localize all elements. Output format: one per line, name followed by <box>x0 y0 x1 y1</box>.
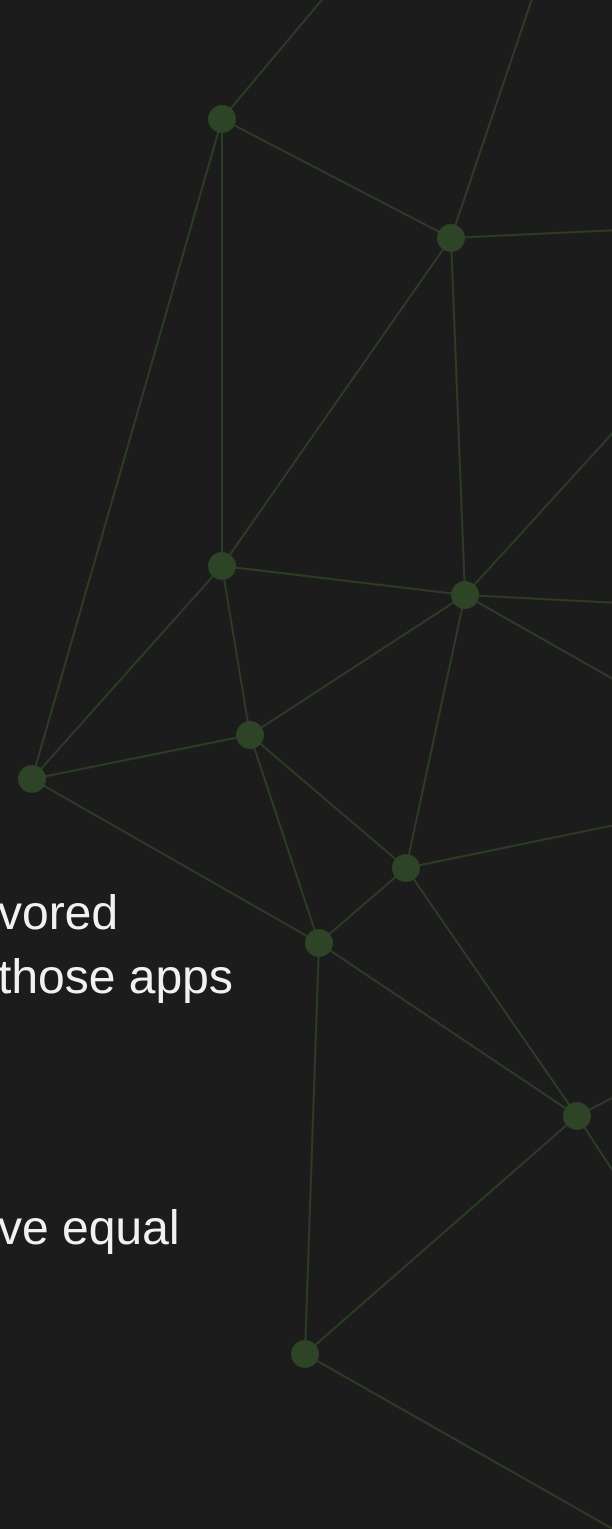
network-edge <box>304 1115 578 1355</box>
text-line: ve equal <box>0 1202 180 1255</box>
network-edge <box>464 432 612 596</box>
network-node <box>291 1340 319 1368</box>
network-node <box>392 854 420 882</box>
network-edge <box>318 867 407 944</box>
network-edge <box>304 942 320 1355</box>
network-edge <box>405 867 578 1117</box>
network-edge <box>464 594 612 604</box>
network-edge <box>318 942 578 1117</box>
network-edge <box>31 118 223 780</box>
network-node <box>18 765 46 793</box>
network-edge <box>450 229 612 239</box>
text-fragment-paragraph-1: vored those apps <box>0 882 233 1010</box>
network-edges <box>31 0 612 1529</box>
network-edge <box>405 824 612 869</box>
network-node <box>208 552 236 580</box>
network-edge <box>450 237 466 596</box>
network-edge <box>221 565 251 736</box>
network-edge <box>249 594 466 736</box>
network-node <box>305 929 333 957</box>
network-node <box>437 224 465 252</box>
network-edge <box>221 565 466 596</box>
network-edge <box>405 594 466 869</box>
network-node <box>451 581 479 609</box>
network-edge <box>304 1353 612 1529</box>
network-edge <box>464 594 612 680</box>
text-line: those apps <box>0 951 233 1004</box>
network-edge <box>249 734 407 869</box>
network-node <box>563 1102 591 1130</box>
network-edge <box>221 237 452 567</box>
text-fragment-paragraph-2: ve equal <box>0 1197 179 1261</box>
network-graph-decoration <box>18 0 612 1529</box>
network-edge <box>450 0 533 239</box>
text-line: vored <box>0 887 119 940</box>
network-edge <box>221 118 452 239</box>
network-node <box>236 721 264 749</box>
network-edge <box>221 0 323 120</box>
network-node <box>208 105 236 133</box>
network-edge <box>249 734 320 944</box>
